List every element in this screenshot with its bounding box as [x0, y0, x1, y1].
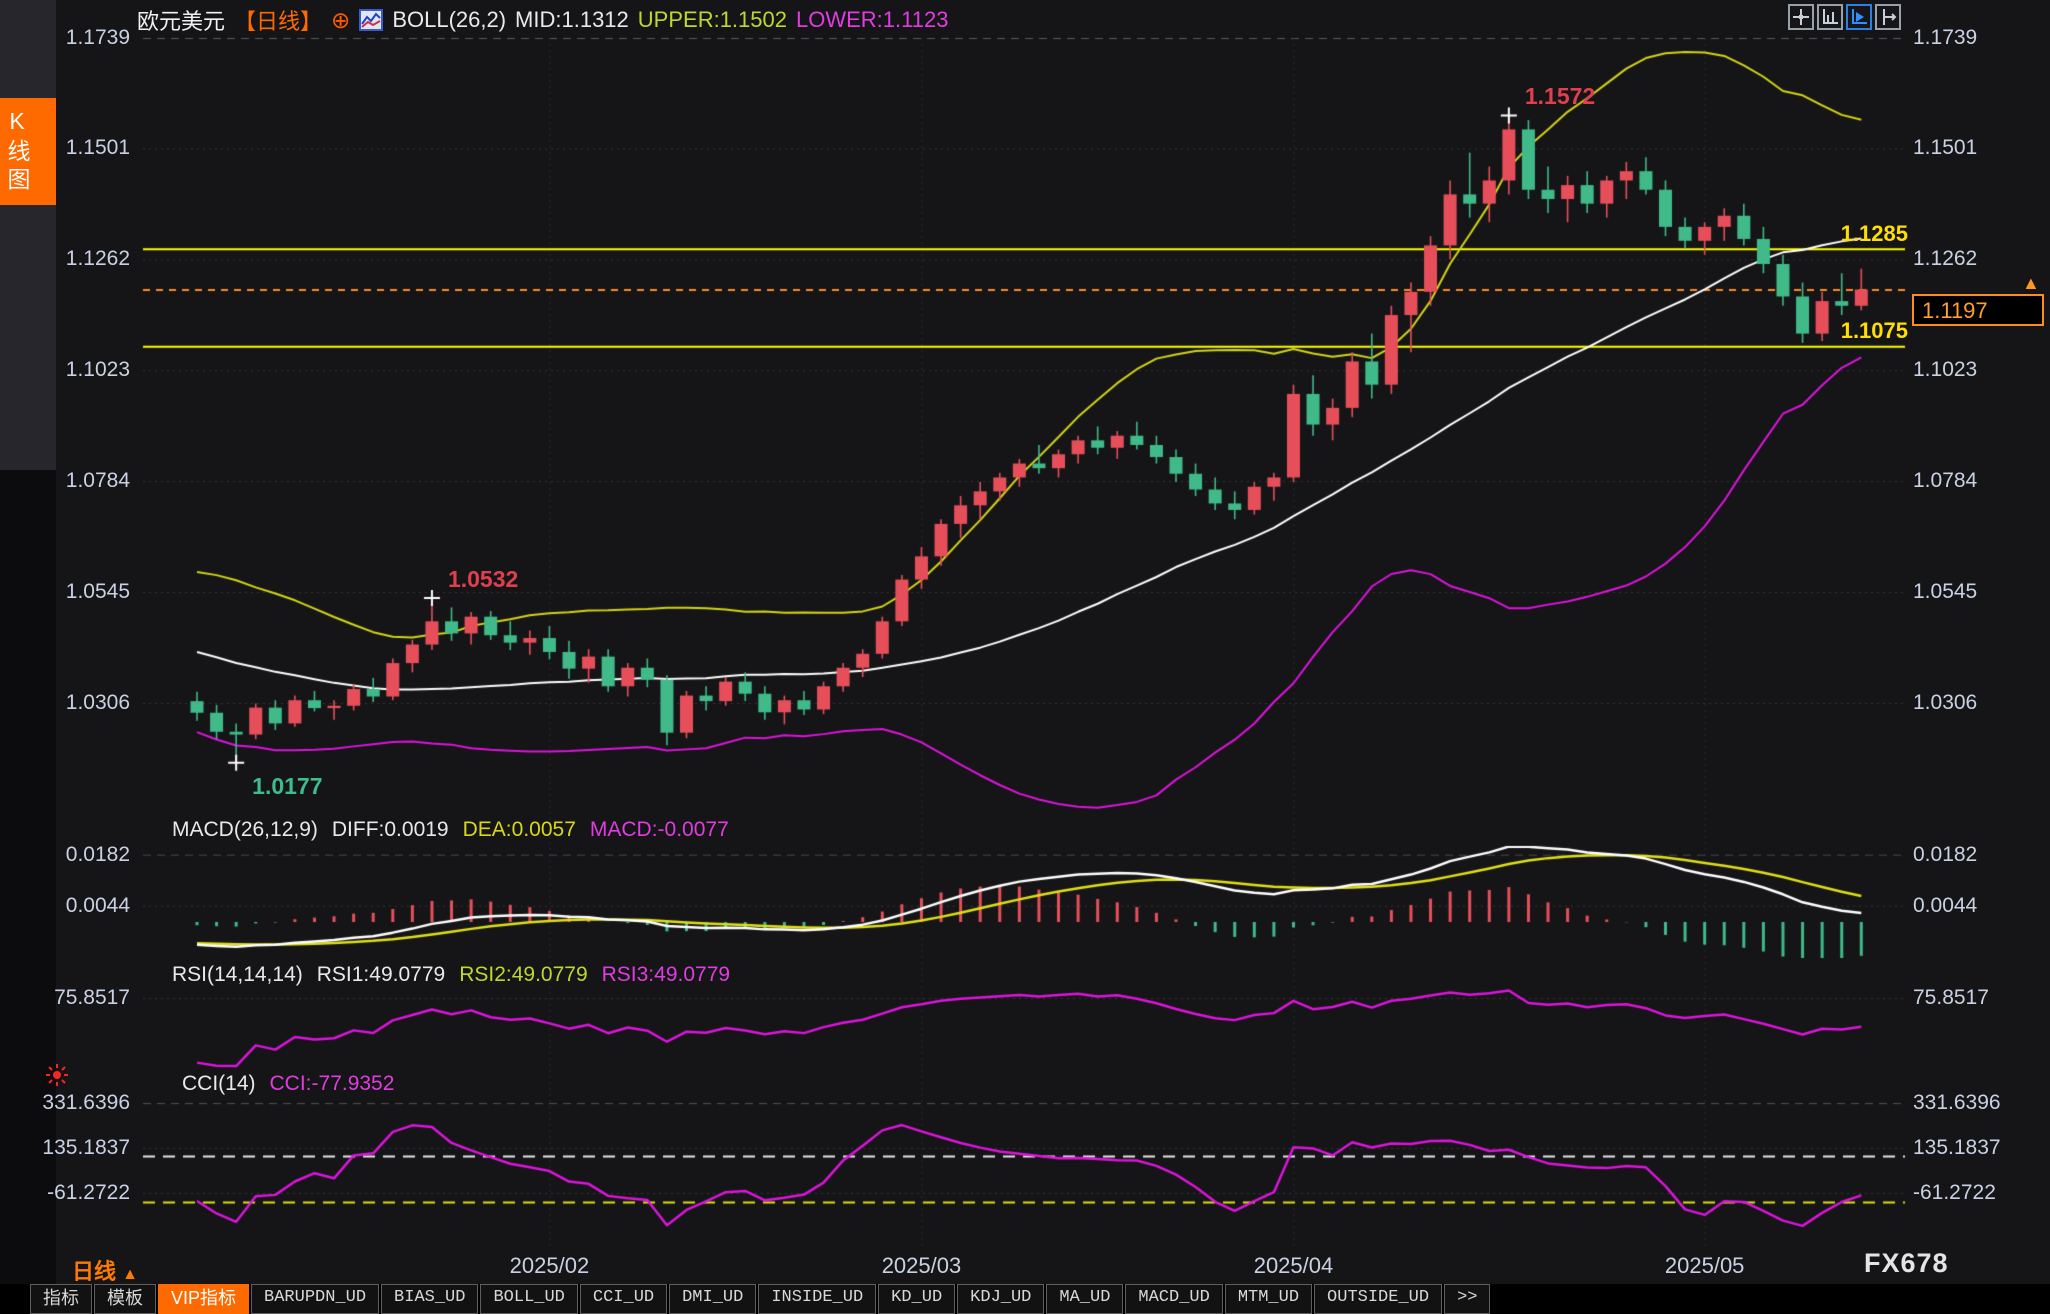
bottom-tab-10[interactable]: KDJ_UD	[957, 1284, 1044, 1314]
macd-axis-label: 0.0044	[0, 894, 130, 918]
timeframe-selector[interactable]: 日线 ▲	[72, 1254, 138, 1286]
rsi-axis-label: 75.8517	[1913, 986, 1989, 1010]
add-indicator-icon[interactable]: ⊕	[331, 9, 350, 31]
cci-axis-label: 331.6396	[0, 1091, 130, 1115]
axis-bars-icon[interactable]	[1817, 4, 1843, 30]
price-axis-label: 1.0784	[1913, 469, 1977, 493]
month-label: 2025/02	[510, 1253, 590, 1279]
alert-sun-icon[interactable]	[45, 1063, 69, 1092]
chart-title-bar: 欧元美元 【日线】 ⊕ BOLL(26,2) MID:1.1312 UPPER:…	[137, 4, 948, 36]
bottom-tab-0[interactable]: 指标	[30, 1284, 92, 1314]
cci-axis-label: -61.2722	[0, 1181, 130, 1205]
price-axis-label: 1.0306	[1913, 691, 1977, 715]
cci-panel-header: CCI(14) CCI:-77.9352	[182, 1072, 394, 1096]
month-label: 2025/05	[1665, 1253, 1745, 1279]
pan-cross-icon[interactable]	[1788, 4, 1814, 30]
bottom-tab-2[interactable]: VIP指标	[158, 1284, 249, 1314]
bottom-tab-3[interactable]: BARUPDN_UD	[251, 1284, 379, 1314]
macd-title: MACD(26,12,9)	[172, 818, 318, 842]
price-axis-label: 1.0545	[0, 580, 130, 604]
symbol-name: 欧元美元	[137, 4, 225, 36]
price-axis-label: 1.0784	[0, 469, 130, 493]
boll-lower-value: LOWER:1.1123	[796, 7, 948, 33]
candlestick-chart[interactable]	[0, 0, 2050, 1314]
last-price-tag: 1.1197	[1912, 294, 2044, 326]
price-axis-label: 1.1023	[0, 358, 130, 382]
rsi-title: RSI(14,14,14)	[172, 963, 303, 987]
support-level-label: 1.1075	[1758, 318, 1908, 344]
rsi2-value: RSI2:49.0779	[459, 963, 587, 987]
axis-shift-icon[interactable]	[1875, 4, 1901, 30]
resistance-level-label: 1.1285	[1758, 221, 1908, 247]
price-axis-label: 1.1262	[0, 247, 130, 271]
cci-value: CCI:-77.9352	[270, 1072, 395, 1096]
cci-axis-label: -61.2722	[1913, 1181, 1996, 1205]
chart-toolbar	[1788, 4, 1901, 30]
bottom-tab-11[interactable]: MA_UD	[1046, 1284, 1123, 1314]
bottom-tab-9[interactable]: KD_UD	[878, 1284, 955, 1314]
cci-axis-label: 331.6396	[1913, 1091, 2001, 1115]
macd-axis-label: 0.0044	[1913, 894, 1977, 918]
bottom-tab-6[interactable]: CCI_UD	[580, 1284, 667, 1314]
mini-chart-icon[interactable]	[359, 9, 383, 31]
bottom-tab-15[interactable]: >>	[1444, 1284, 1490, 1314]
price-axis-label: 1.0545	[1913, 580, 1977, 604]
bottom-tab-5[interactable]: BOLL_UD	[480, 1284, 577, 1314]
price-axis-label: 1.1262	[1913, 247, 1977, 271]
bottom-tab-12[interactable]: MACD_UD	[1125, 1284, 1222, 1314]
month-label: 2025/04	[1254, 1253, 1334, 1279]
indicator-name: BOLL(26,2)	[392, 7, 506, 33]
price-annotation: 1.0177	[252, 773, 322, 800]
price-axis-label: 1.1501	[1913, 136, 1977, 160]
price-annotation: 1.1572	[1525, 83, 1595, 110]
period-selector[interactable]: 【日线】	[234, 4, 322, 36]
cci-axis-label: 135.1837	[1913, 1136, 2001, 1160]
month-label: 2025/03	[882, 1253, 962, 1279]
rsi1-value: RSI1:49.0779	[317, 963, 445, 987]
sidebar	[0, 0, 56, 470]
macd-axis-label: 0.0182	[1913, 843, 1977, 867]
bottom-tab-1[interactable]: 模板	[94, 1284, 156, 1314]
boll-mid-value: MID:1.1312	[515, 7, 629, 33]
macd-diff-value: DIFF:0.0019	[332, 818, 449, 842]
rsi-axis-label: 75.8517	[0, 986, 130, 1010]
last-price-arrow-icon: ▲	[2022, 276, 2040, 290]
timeframe-caret-icon: ▲	[122, 1266, 138, 1283]
rsi-panel-header: RSI(14,14,14) RSI1:49.0779 RSI2:49.0779 …	[172, 963, 730, 987]
price-axis-label: 1.1023	[1913, 358, 1977, 382]
bottom-tab-13[interactable]: MTM_UD	[1225, 1284, 1312, 1314]
macd-value: MACD:-0.0077	[590, 818, 729, 842]
macd-panel-header: MACD(26,12,9) DIFF:0.0019 DEA:0.0057 MAC…	[172, 818, 729, 842]
axis-play-icon[interactable]	[1846, 4, 1872, 30]
fx678-logo: FX678	[1864, 1248, 1949, 1279]
bottom-tab-7[interactable]: DMI_UD	[669, 1284, 756, 1314]
boll-upper-value: UPPER:1.1502	[638, 7, 787, 33]
price-axis-label: 1.1739	[1913, 26, 1977, 50]
cci-axis-label: 135.1837	[0, 1136, 130, 1160]
macd-dea-value: DEA:0.0057	[463, 818, 576, 842]
bottom-tab-8[interactable]: INSIDE_UD	[758, 1284, 876, 1314]
macd-axis-label: 0.0182	[0, 843, 130, 867]
rsi3-value: RSI3:49.0779	[602, 963, 730, 987]
bottom-indicator-tabbar: 指标模板VIP指标BARUPDN_UDBIAS_UDBOLL_UDCCI_UDD…	[0, 1284, 2050, 1314]
cci-title: CCI(14)	[182, 1072, 256, 1096]
price-annotation: 1.0532	[448, 566, 518, 593]
bottom-tab-4[interactable]: BIAS_UD	[381, 1284, 478, 1314]
price-axis-label: 1.1739	[0, 26, 130, 50]
price-axis-label: 1.0306	[0, 691, 130, 715]
price-axis-label: 1.1501	[0, 136, 130, 160]
bottom-tab-14[interactable]: OUTSIDE_UD	[1314, 1284, 1442, 1314]
